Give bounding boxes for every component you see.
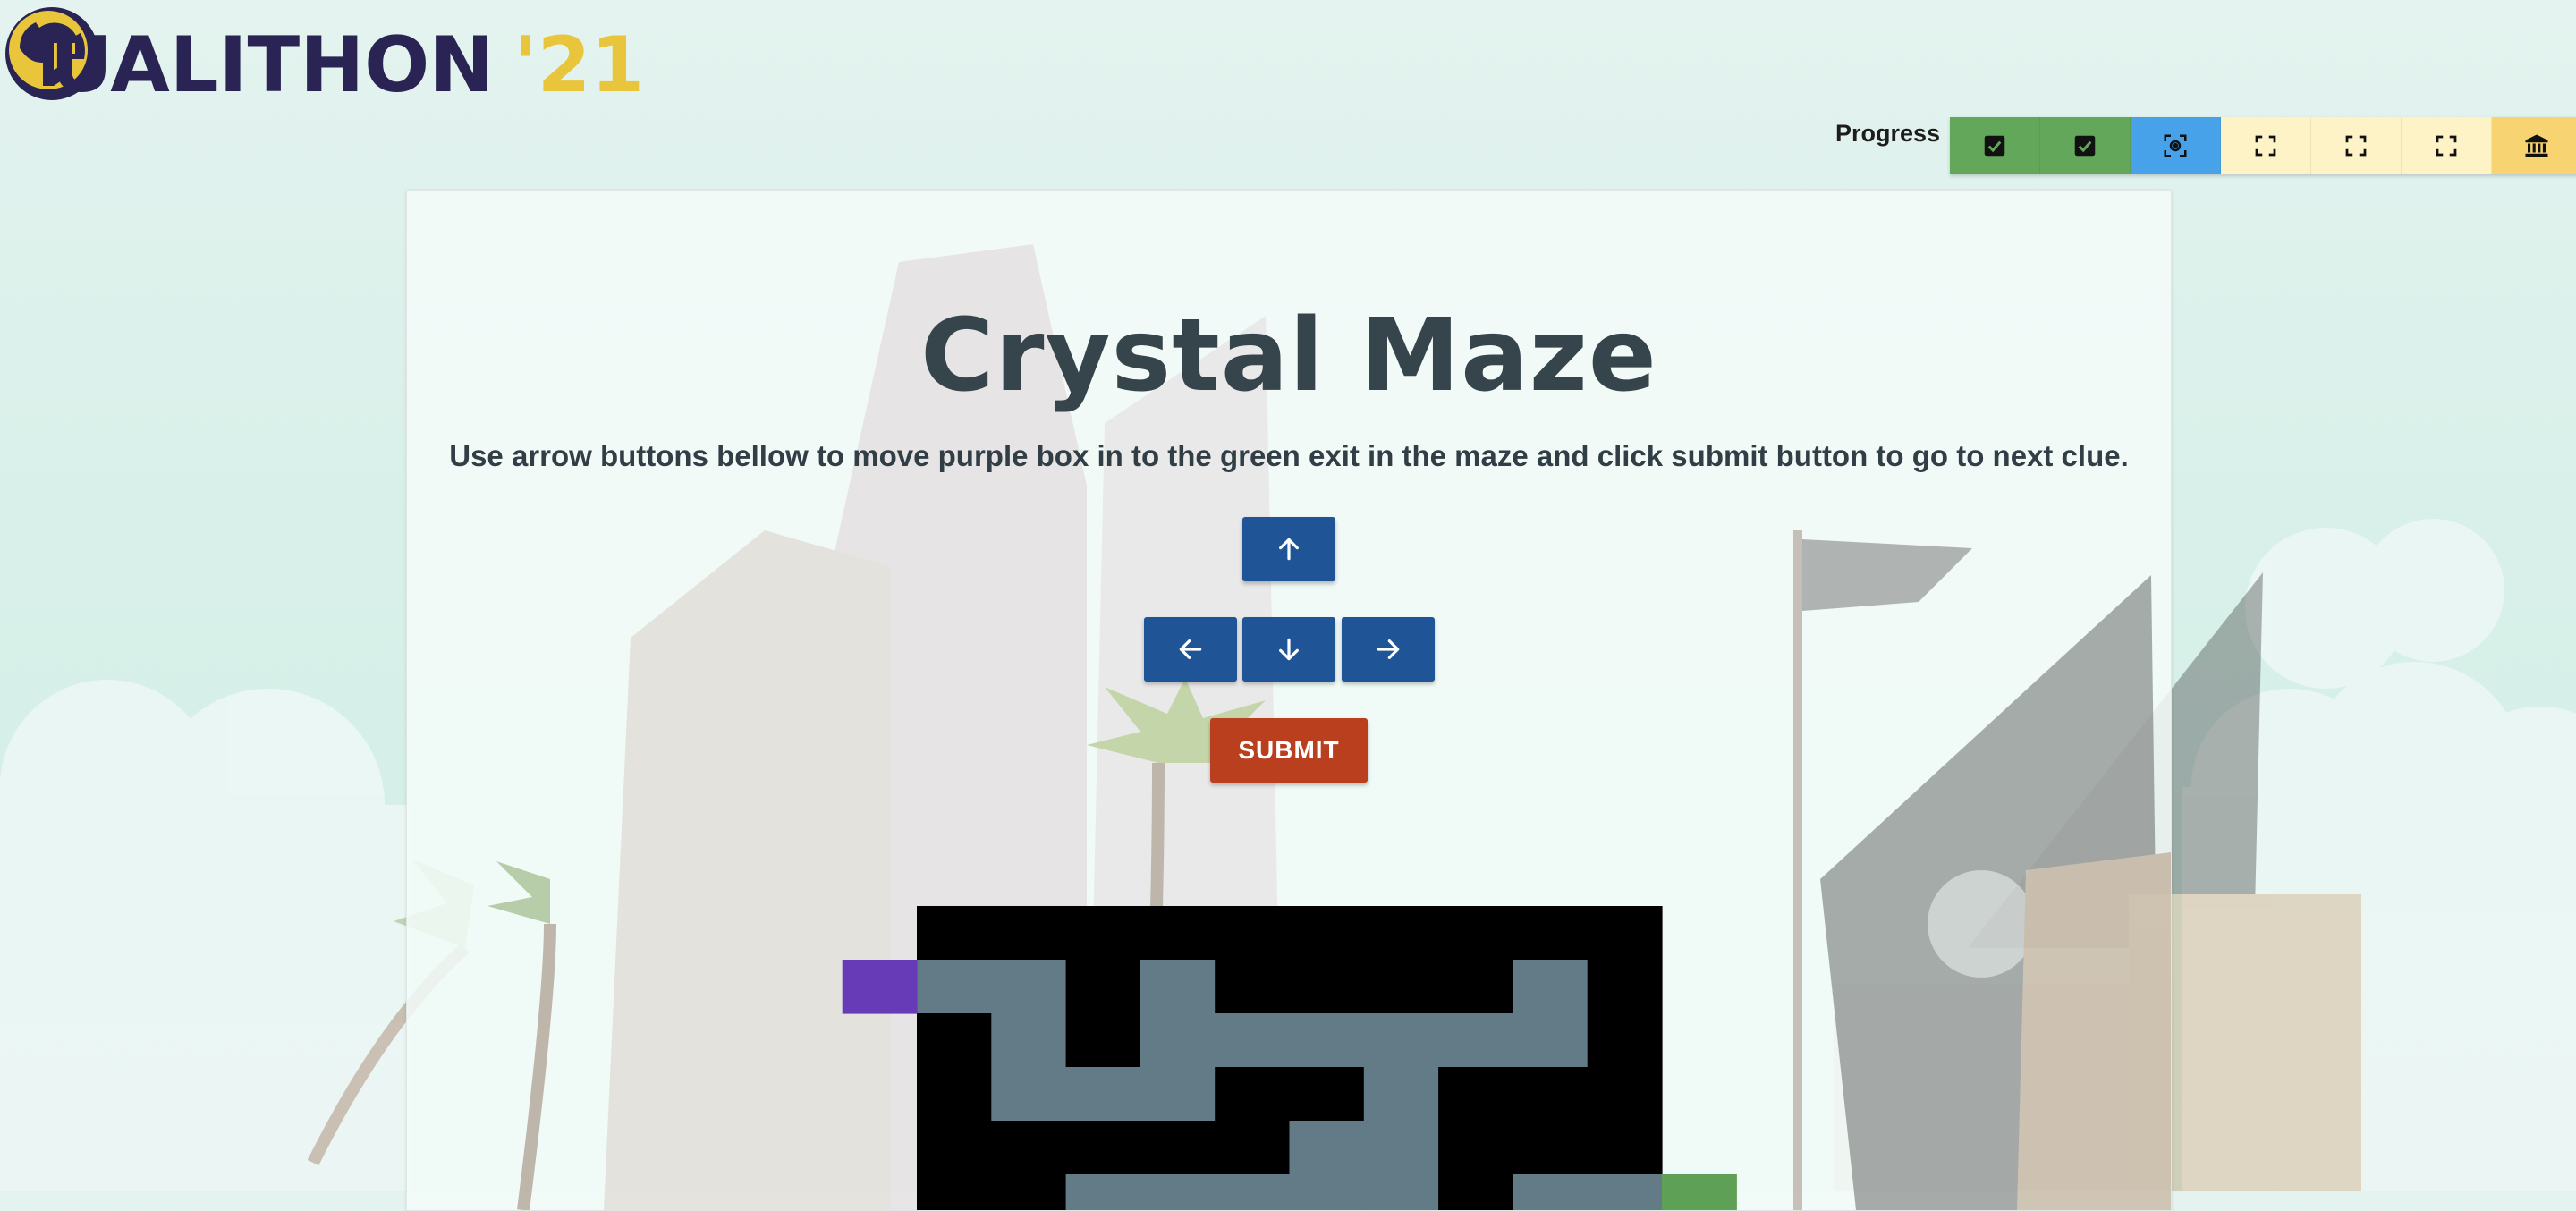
maze-path-cell: [1140, 960, 1216, 1014]
maze-path-cell: [917, 960, 992, 1014]
maze-path-cell: [1140, 1067, 1216, 1122]
maze-wall-cell: [1587, 1067, 1663, 1122]
progress-step-2[interactable]: [2040, 117, 2131, 174]
maze-path-cell: [1363, 1067, 1439, 1122]
maze-wall-cell: [1587, 1121, 1663, 1175]
maze-wall-cell: [1215, 906, 1291, 961]
maze-path-cell: [1065, 1067, 1141, 1122]
maze-wall-cell: [1587, 906, 1663, 961]
maze-wall-cell: [917, 1067, 992, 1122]
maze-wall-cell: [917, 906, 992, 961]
maze-path-cell: [1363, 1174, 1439, 1210]
maze-wall-cell: [917, 1174, 992, 1210]
qualithon-logo[interactable]: UALITHON '21: [2, 4, 644, 104]
maze-wall-cell: [1065, 960, 1141, 1014]
fullscreen-frame-icon: [2345, 135, 2367, 157]
maze-path-cell: [1587, 1174, 1663, 1210]
progress-step-1[interactable]: [1950, 117, 2040, 174]
progress-step-5[interactable]: [2311, 117, 2402, 174]
maze-wall-cell: [1438, 960, 1513, 1014]
progress-step-final[interactable]: [2492, 117, 2576, 174]
focus-scan-icon: [2164, 134, 2187, 157]
puzzle-card: Crystal Maze Use arrow buttons bellow to…: [406, 190, 2172, 1211]
maze-wall-cell: [1065, 906, 1141, 961]
maze-path-cell: [1513, 960, 1589, 1014]
bank-icon: [2525, 134, 2548, 157]
maze-wall-cell: [1438, 1121, 1513, 1175]
maze-wall-cell: [1363, 960, 1439, 1014]
maze-wall-cell: [1140, 906, 1216, 961]
maze-path-cell: [1289, 1013, 1365, 1068]
progress-step-4[interactable]: [2221, 117, 2311, 174]
maze-path-cell: [1140, 1013, 1216, 1068]
player-box: [842, 960, 918, 1014]
maze-wall-cell: [1140, 1121, 1216, 1175]
maze-wall-cell: [1065, 1121, 1141, 1175]
maze-wall-cell: [1289, 1067, 1365, 1122]
fullscreen-frame-icon: [2436, 135, 2457, 157]
maze-path-cell: [1363, 1121, 1439, 1175]
maze-wall-cell: [1363, 906, 1439, 961]
maze-exit: [1662, 1174, 1737, 1210]
progress-label: Progress: [1835, 120, 1941, 147]
maze-wall-cell: [1215, 960, 1291, 1014]
logo-year: '21: [513, 21, 645, 110]
progress-tracker: [1950, 117, 2576, 174]
maze-wall-cell: [1438, 1174, 1513, 1210]
fullscreen-frame-icon: [2255, 135, 2276, 157]
progress-step-6[interactable]: [2402, 117, 2492, 174]
maze-wall-cell: [1513, 906, 1589, 961]
maze-path-cell: [1289, 1174, 1365, 1210]
maze-path-cell: [1363, 1013, 1439, 1068]
maze-wall-cell: [917, 1013, 992, 1068]
checkbox-checked-icon: [2074, 135, 2096, 157]
logo-wordmark: UALITHON '21: [50, 27, 644, 104]
maze-path-cell: [1215, 1013, 1291, 1068]
maze-wall-cell: [917, 1121, 992, 1175]
maze-wall-cell: [1065, 1013, 1141, 1068]
maze-path-cell: [1438, 1013, 1513, 1068]
maze-path-cell: [1065, 1174, 1141, 1210]
maze-wall-cell: [1438, 1067, 1513, 1122]
maze-wall-cell: [1513, 1067, 1589, 1122]
maze-wall-cell: [991, 1174, 1067, 1210]
maze-wall-cell: [1215, 1067, 1291, 1122]
maze-wall-cell: [1513, 1121, 1589, 1175]
checkbox-checked-icon: [1984, 135, 2005, 157]
maze-path-cell: [1289, 1121, 1365, 1175]
maze-wall-cell: [991, 1121, 1067, 1175]
maze-wall-cell: [1289, 906, 1365, 961]
progress-step-3[interactable]: [2131, 117, 2221, 174]
maze-wall-cell: [1289, 960, 1365, 1014]
maze-wall-cell: [1215, 1121, 1291, 1175]
maze-path-cell: [991, 960, 1067, 1014]
maze-path-cell: [991, 1013, 1067, 1068]
maze-wall-cell: [1438, 906, 1513, 961]
maze-path-cell: [1215, 1174, 1291, 1210]
maze-wall-cell: [991, 906, 1067, 961]
maze-path-cell: [1140, 1174, 1216, 1210]
maze-path-cell: [991, 1067, 1067, 1122]
maze-path-cell: [1513, 1013, 1589, 1068]
maze-wall-cell: [1587, 1013, 1663, 1068]
maze-board: [842, 906, 1737, 1210]
maze-path-cell: [1513, 1174, 1589, 1210]
maze-wall-cell: [1587, 960, 1663, 1014]
logo-name: UALITHON: [50, 21, 495, 110]
